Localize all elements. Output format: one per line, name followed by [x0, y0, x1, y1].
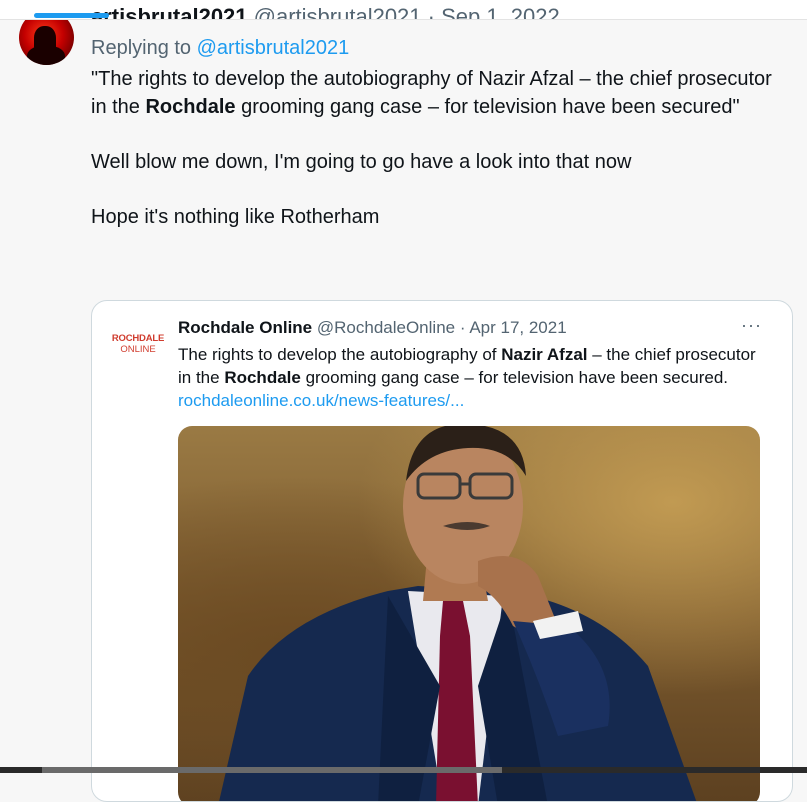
quoted-author-handle[interactable]: @RochdaleOnline: [317, 318, 455, 337]
portrait-illustration: [219, 426, 697, 801]
quoted-link[interactable]: rochdaleonline.co.uk/news-features/...: [178, 391, 464, 410]
quoted-date[interactable]: Apr 17, 2021: [469, 318, 566, 337]
tweet-quote-part2: grooming gang case – for television have…: [235, 95, 740, 118]
quoted-tweet-text: The rights to develop the autobiography …: [178, 343, 768, 412]
cut-header-text: artisbrutal2021 @artisbrutal2021 · Sep 1…: [91, 4, 560, 20]
author-name[interactable]: artisbrutal2021: [91, 4, 248, 19]
quoted-text-bold2: Rochdale: [224, 368, 301, 387]
quoted-separator: ·: [459, 318, 466, 337]
tweet-text: "The rights to develop the autobiography…: [91, 66, 791, 231]
tweet-paragraph-2: Well blow me down, I'm going to go have …: [91, 150, 632, 173]
quoted-text-part3: grooming gang case – for television have…: [300, 368, 729, 387]
quoted-tweet-photo[interactable]: [178, 426, 760, 801]
avatar-figure-body: [27, 46, 65, 65]
scrollbar-thumb[interactable]: [42, 767, 502, 773]
tweet-paragraph-quote: "The rights to develop the autobiography…: [91, 66, 791, 121]
quoted-tweet-header: Rochdale Online @RochdaleOnline · Apr 17…: [178, 318, 567, 338]
logo-line1: ROCHDALE: [111, 333, 165, 344]
quoted-tweet-card[interactable]: ROCHDALE ONLINE Rochdale Online @Rochdal…: [91, 300, 793, 802]
replying-to-mention[interactable]: @artisbrutal2021: [197, 37, 350, 59]
author-handle-date: @artisbrutal2021 · Sep 1, 2022: [253, 4, 560, 20]
quoted-author-name[interactable]: Rochdale Online: [178, 318, 312, 337]
quoted-text-part1: The rights to develop the autobiography …: [178, 345, 502, 364]
replying-to-label: Replying to: [91, 37, 192, 59]
tweet-paragraph-3: Hope it's nothing like Rotherham: [91, 205, 380, 228]
tweet-quote-bold: Rochdale: [145, 95, 236, 118]
horizontal-scrollbar[interactable]: [0, 767, 807, 773]
rochdale-online-logo[interactable]: ROCHDALE ONLINE: [107, 333, 169, 355]
more-options-icon[interactable]: ···: [741, 315, 762, 336]
replying-to: Replying to @artisbrutal2021: [91, 37, 349, 60]
header-accent-bar: [34, 13, 109, 18]
quoted-text-bold1: Nazir Afzal: [501, 345, 588, 364]
top-header-cut: artisbrutal2021 @artisbrutal2021 · Sep 1…: [0, 0, 807, 20]
logo-line2: ONLINE: [120, 344, 156, 355]
